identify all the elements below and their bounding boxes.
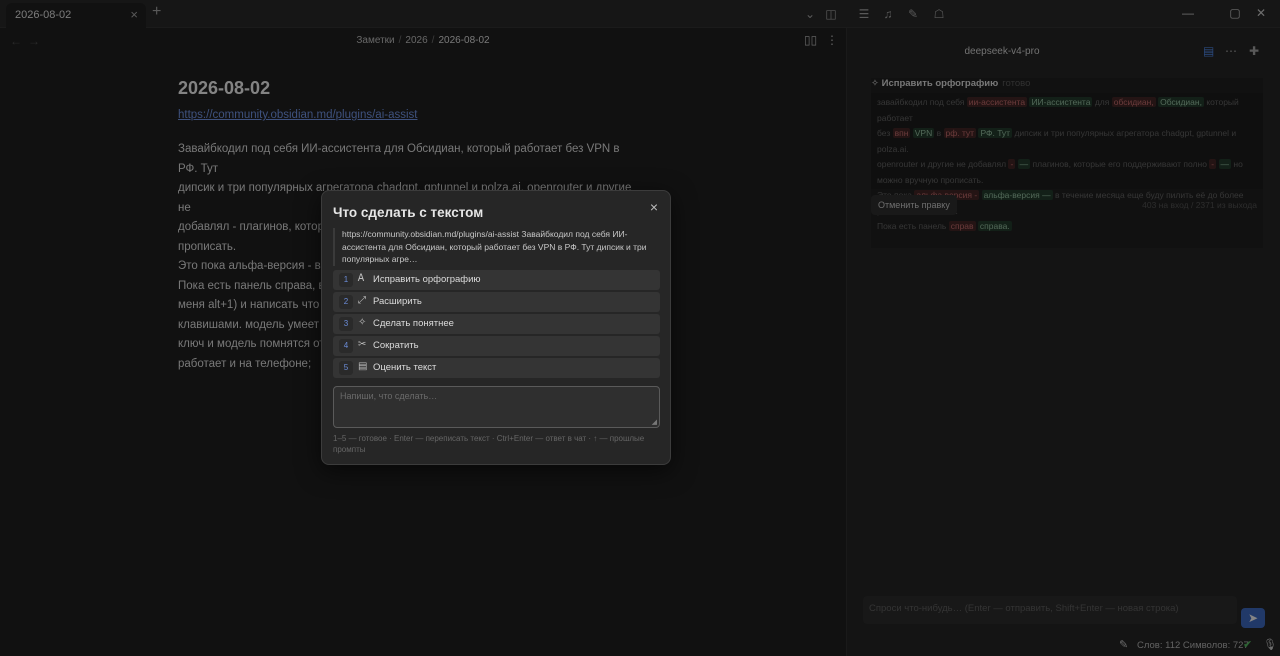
action-rate-text[interactable]: 5 ▤ Оценить текст xyxy=(333,358,660,378)
action-label: Исправить орфографию xyxy=(373,274,481,285)
spellcheck-icon: Ꭺ xyxy=(358,273,365,284)
action-fix-spelling[interactable]: 1 Ꭺ Исправить орфографию xyxy=(333,270,660,290)
action-number: 4 xyxy=(339,339,353,353)
action-label: Оценить текст xyxy=(373,362,437,373)
close-icon[interactable]: × xyxy=(650,199,658,215)
action-clarify[interactable]: 3 ✧ Сделать понятнее xyxy=(333,314,660,334)
scissors-icon: ✂ xyxy=(358,339,367,350)
prompt-placeholder: Напиши, что сделать… xyxy=(340,391,438,401)
action-number: 5 xyxy=(339,361,353,375)
sparkles-icon: ✧ xyxy=(358,317,367,328)
action-number: 3 xyxy=(339,317,353,331)
action-number: 2 xyxy=(339,295,353,309)
selected-text-preview: https://community.obsidian.md/plugins/ai… xyxy=(333,228,660,266)
action-label: Расширить xyxy=(373,296,422,307)
action-list: 1 Ꭺ Исправить орфографию 2 ⤢ Расширить 3… xyxy=(333,270,660,380)
action-shorten[interactable]: 4 ✂ Сократить xyxy=(333,336,660,356)
action-label: Сделать понятнее xyxy=(373,318,454,329)
action-expand[interactable]: 2 ⤢ Расширить xyxy=(333,292,660,312)
resize-grip-icon[interactable]: ◢ xyxy=(652,418,657,426)
keyboard-hint: 1–5 — готовое · Enter — переписать текст… xyxy=(333,434,645,454)
text-action-modal: Что сделать с текстом × https://communit… xyxy=(321,190,671,465)
modal-title: Что сделать с текстом xyxy=(333,205,484,220)
action-label: Сократить xyxy=(373,340,419,351)
action-number: 1 xyxy=(339,273,353,287)
expand-icon: ⤢ xyxy=(358,295,366,306)
clipboard-icon: ▤ xyxy=(358,361,368,372)
custom-prompt-input[interactable]: Напиши, что сделать… ◢ xyxy=(333,386,660,428)
